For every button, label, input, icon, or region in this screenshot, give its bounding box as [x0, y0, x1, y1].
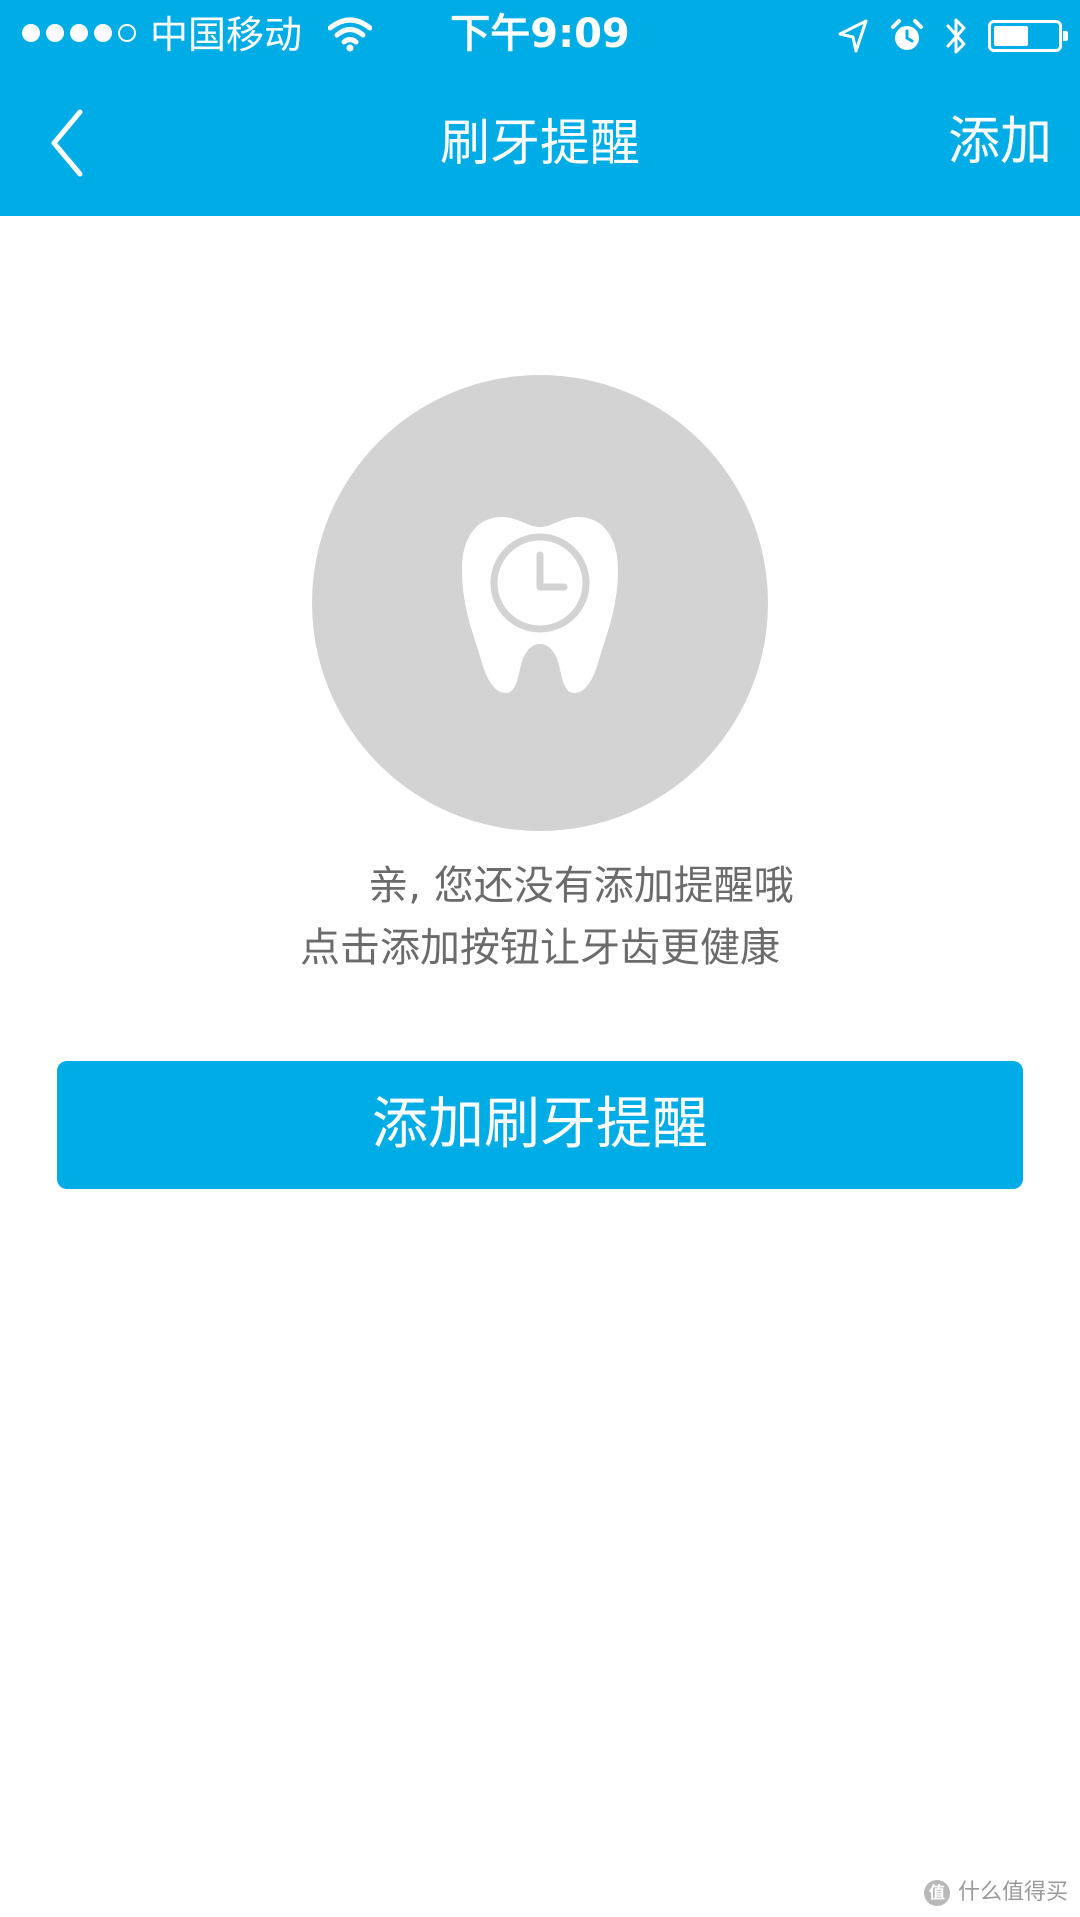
- battery-level: [994, 26, 1028, 46]
- alarm-icon: [891, 19, 923, 50]
- watermark-logo: 值: [923, 1880, 950, 1906]
- add-reminder-button[interactable]: 添加刷牙提醒: [57, 1061, 1023, 1189]
- status-icons: [836, 14, 1068, 58]
- empty-state-circle: [312, 375, 768, 831]
- empty-state-message: 亲, 您还没有添加提醒哦 点击添加按钮让牙齿更健康: [0, 855, 1080, 979]
- page-title: 刷牙提醒: [440, 114, 640, 172]
- tooth-clock-icon: [462, 517, 618, 693]
- watermark-text: 什么值得买: [957, 1880, 1068, 1905]
- top-bar: 中国移动 下午9:09 刷牙提醒 添加: [0, 0, 1080, 216]
- empty-state-line2: 点击添加按钮让牙齿更健康: [300, 925, 780, 971]
- battery-icon: [988, 20, 1068, 52]
- app-screen: 中国移动 下午9:09 刷牙提醒 添加 亲, 您还没有添加提醒哦 点击添加按钮让…: [0, 0, 1080, 1917]
- bluetooth-icon: [946, 18, 966, 54]
- navigation-bar: 刷牙提醒 添加: [0, 70, 1080, 216]
- add-button[interactable]: 添加: [948, 110, 1052, 174]
- watermark: 值 什么值得买: [923, 1879, 1068, 1907]
- empty-state-line1: 亲, 您还没有添加提醒哦: [368, 863, 794, 909]
- status-bar: 中国移动 下午9:09: [0, 0, 1080, 70]
- location-arrow-icon: [838, 19, 868, 53]
